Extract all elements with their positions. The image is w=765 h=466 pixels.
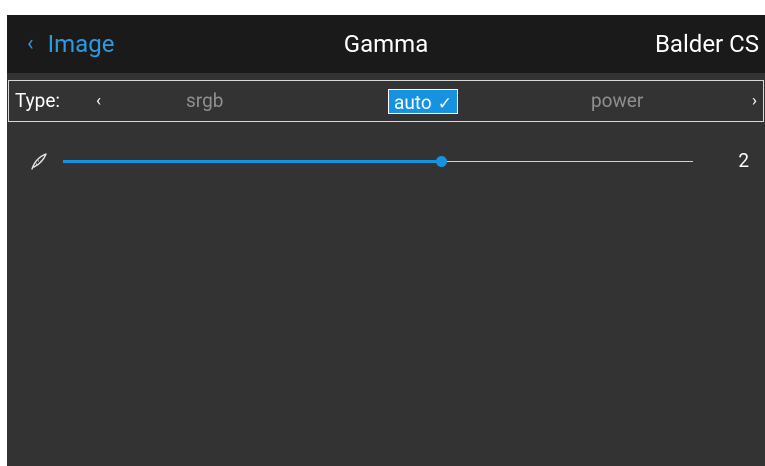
type-option-srgb[interactable]: srgb — [186, 81, 223, 121]
chevron-right-icon[interactable]: › — [752, 81, 757, 121]
gamma-slider-row: 2 — [7, 143, 765, 183]
check-icon: ✓ — [437, 94, 452, 114]
type-option-power[interactable]: power — [591, 81, 643, 121]
header-bar: ‹ Image Gamma Balder CS — [7, 15, 765, 73]
gamma-slider-thumb[interactable] — [436, 156, 447, 167]
type-option-auto-label: auto — [394, 91, 432, 114]
type-selector[interactable]: Type: ‹ srgb auto ✓ power › — [8, 80, 764, 122]
gamma-screen: ‹ Image Gamma Balder CS Type: ‹ srgb aut… — [7, 15, 765, 466]
gamma-slider-fill — [63, 160, 441, 163]
chevron-left-icon[interactable]: ‹ — [96, 81, 101, 121]
gamma-value: 2 — [738, 149, 749, 172]
type-label: Type: — [15, 89, 61, 112]
device-name: Balder CS — [654, 30, 759, 58]
type-option-auto[interactable]: auto ✓ — [388, 89, 458, 114]
gamma-slider[interactable] — [63, 156, 693, 167]
page-title: Gamma — [343, 30, 429, 58]
feather-icon — [31, 153, 47, 170]
